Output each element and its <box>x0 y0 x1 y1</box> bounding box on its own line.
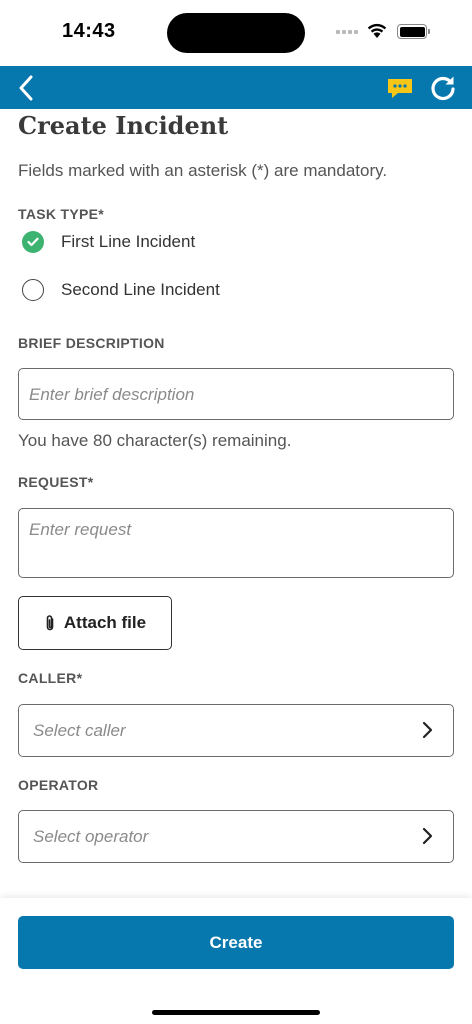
chevron-right-icon <box>422 827 433 845</box>
character-counter: You have 80 character(s) remaining. <box>18 431 292 450</box>
radio-first-line-incident[interactable]: First Line Incident <box>18 228 318 256</box>
radio-unchecked-icon <box>22 279 44 301</box>
dynamic-island <box>167 13 305 53</box>
battery-icon <box>397 24 427 39</box>
home-indicator[interactable] <box>152 1010 320 1015</box>
status-time: 14:43 <box>62 20 116 42</box>
footer: Create <box>0 898 472 1024</box>
request-input[interactable]: Enter request <box>18 508 454 578</box>
request-label: REQUEST* <box>18 474 94 490</box>
signal-icon <box>336 30 360 36</box>
paperclip-icon <box>46 615 54 631</box>
chat-bubble-icon <box>388 79 412 98</box>
brief-description-label: BRIEF DESCRIPTION <box>18 335 165 351</box>
radio-second-line-incident[interactable]: Second Line Incident <box>18 276 318 304</box>
app-header <box>0 66 472 109</box>
battery-tip <box>428 29 430 34</box>
mandatory-hint: Fields marked with an asterisk (*) are m… <box>18 161 388 180</box>
caller-select[interactable]: Select caller <box>18 704 454 757</box>
chevron-left-icon <box>19 75 33 101</box>
task-type-label: TASK TYPE* <box>18 206 104 222</box>
page-title: Create Incident <box>18 111 229 140</box>
radio-checked-icon <box>22 231 44 253</box>
caller-placeholder: Select caller <box>33 721 126 740</box>
chevron-right-icon <box>422 721 433 739</box>
brief-description-placeholder: Enter brief description <box>29 385 195 404</box>
back-button[interactable] <box>12 74 40 102</box>
brief-description-input[interactable]: Enter brief description <box>18 368 454 420</box>
create-button[interactable]: Create <box>18 916 454 969</box>
operator-label: OPERATOR <box>18 777 99 793</box>
attach-file-button[interactable]: Attach file <box>18 596 172 650</box>
wifi-icon <box>367 23 387 38</box>
operator-select[interactable]: Select operator <box>18 810 454 863</box>
attach-file-label: Attach file <box>63 613 147 632</box>
refresh-button[interactable] <box>428 73 458 103</box>
refresh-icon <box>431 76 455 101</box>
chat-button[interactable] <box>386 77 414 101</box>
status-bar: 14:43 <box>0 0 472 66</box>
operator-placeholder: Select operator <box>33 827 149 846</box>
radio-label: Second Line Incident <box>61 280 220 299</box>
request-placeholder: Enter request <box>29 520 132 539</box>
caller-label: CALLER* <box>18 670 83 686</box>
radio-label: First Line Incident <box>61 232 196 251</box>
